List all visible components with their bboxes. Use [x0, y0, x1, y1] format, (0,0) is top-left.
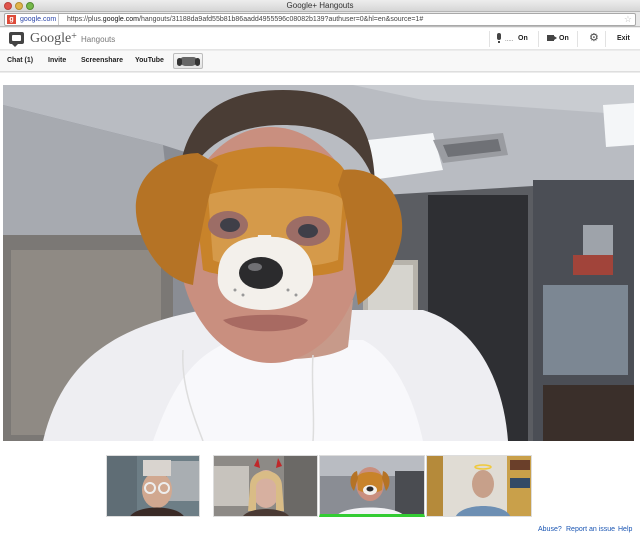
- divider: [489, 31, 490, 47]
- main-video-image: [3, 85, 634, 441]
- site-identity-label[interactable]: google.com: [18, 14, 60, 25]
- microphone-icon[interactable]: [497, 33, 501, 43]
- url-path: /hangouts/31188da9afd55b81b86aadd4955596…: [139, 16, 424, 23]
- exit-button[interactable]: Exit: [617, 35, 630, 42]
- google-plus-logo[interactable]: Google+: [30, 31, 77, 47]
- mic-status[interactable]: On: [518, 35, 528, 42]
- participant-video-image: [214, 456, 317, 516]
- divider: [538, 31, 539, 47]
- camera-status[interactable]: On: [559, 35, 569, 42]
- window-title: Google+ Hangouts: [286, 1, 354, 10]
- hangout-header: Google+ Hangouts ..... On On ⚙ Exit: [0, 28, 640, 50]
- video-stage: [0, 73, 640, 453]
- gear-icon[interactable]: ⚙: [589, 31, 599, 44]
- url-domain: google.com: [102, 16, 139, 23]
- screenshare-button[interactable]: Screenshare: [81, 51, 123, 71]
- participant-filmstrip: Abuse? Report an issue Help: [0, 453, 640, 537]
- participant-thumbnail-active[interactable]: [319, 455, 425, 517]
- address-bar[interactable]: g google.com https://plus.google.com/han…: [4, 13, 636, 26]
- participant-video-image: [320, 456, 424, 514]
- participant-thumbnail[interactable]: [426, 455, 532, 517]
- divider: [605, 31, 606, 47]
- effects-button[interactable]: [173, 53, 203, 69]
- divider: [577, 31, 578, 47]
- address-bar-area: g google.com https://plus.google.com/han…: [0, 12, 640, 27]
- help-link[interactable]: Help: [618, 526, 632, 533]
- participant-video-image: [427, 456, 531, 516]
- google-favicon-icon: g: [7, 15, 16, 24]
- title-bar: Google+ Hangouts: [0, 0, 640, 12]
- mic-level-indicator: .....: [505, 37, 514, 43]
- bookmark-star-icon[interactable]: ☆: [624, 14, 632, 25]
- participant-thumbnail[interactable]: [106, 455, 200, 517]
- participant-thumbnail[interactable]: [213, 455, 318, 517]
- abuse-link[interactable]: Abuse?: [538, 526, 562, 533]
- url-text[interactable]: https://plus.google.com/hangouts/31188da…: [67, 14, 423, 25]
- app-name: Hangouts: [81, 35, 116, 44]
- hangout-toolbar: Chat (1) Invite Screenshare YouTube: [0, 51, 640, 72]
- hangouts-logo-icon: [9, 32, 24, 47]
- invite-button[interactable]: Invite: [48, 51, 66, 71]
- main-video-feed[interactable]: [3, 85, 634, 441]
- logo-plus: +: [71, 31, 77, 42]
- youtube-button[interactable]: YouTube: [135, 51, 164, 71]
- url-prefix: https://plus.: [67, 16, 103, 23]
- browser-window: Google+ Hangouts g google.com https://pl…: [0, 0, 640, 537]
- logo-text: Google: [30, 31, 72, 46]
- camera-icon[interactable]: [547, 35, 557, 41]
- report-issue-link[interactable]: Report an issue: [566, 526, 615, 533]
- participant-video-image: [107, 456, 199, 516]
- dog-mask-icon: [177, 57, 200, 66]
- chat-button[interactable]: Chat (1): [7, 51, 33, 71]
